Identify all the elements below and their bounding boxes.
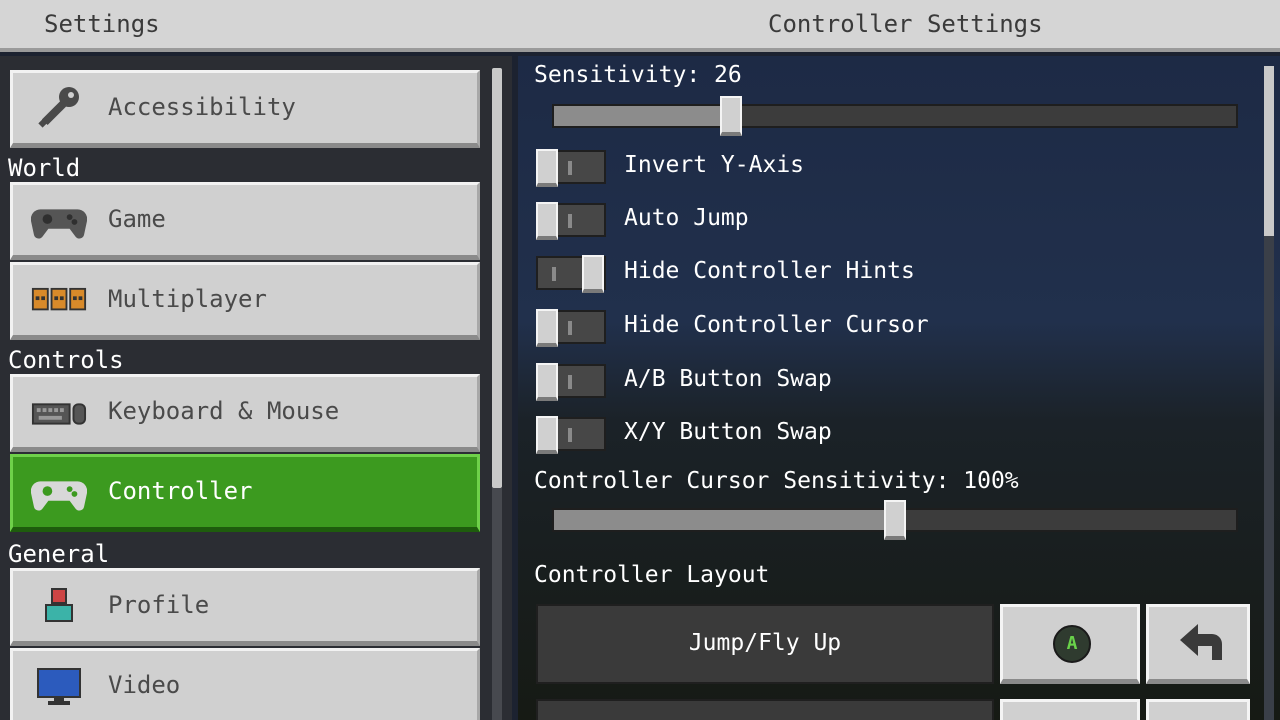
cursor-sensitivity-slider[interactable] xyxy=(552,500,1238,540)
sidebar-item-multiplayer[interactable]: Multiplayer xyxy=(10,262,480,340)
sidebar-item-controller[interactable]: Controller xyxy=(10,454,480,532)
toggle-knob[interactable] xyxy=(536,363,558,401)
layout-action[interactable]: Jump/Fly Up xyxy=(536,604,994,684)
slider-fill xyxy=(554,106,732,126)
sidebar-scrollbar-thumb[interactable] xyxy=(492,68,502,488)
sidebar-item-keyboard-mouse[interactable]: Keyboard & Mouse xyxy=(10,374,480,452)
toggle-switch[interactable] xyxy=(536,202,606,240)
toggle-switch[interactable] xyxy=(536,309,606,347)
toggle-label: Hide Controller Hints xyxy=(624,258,915,284)
toggle-row: Hide Controller Cursor xyxy=(536,308,1256,348)
layout-row-next xyxy=(536,699,1252,720)
page-title: Controller Settings xyxy=(768,10,1043,38)
layout-bind-button[interactable] xyxy=(1000,699,1140,720)
toggle-switch[interactable] xyxy=(536,416,606,454)
sidebar-item-accessibility[interactable]: Accessibility xyxy=(10,70,480,148)
sidebar-item-profile[interactable]: Profile xyxy=(10,568,480,646)
sidebar-scrollbar-track[interactable] xyxy=(492,488,502,720)
toggle-label: X/Y Button Swap xyxy=(624,419,832,445)
settings-sidebar: Accessibility World Game Multiplayer Con… xyxy=(0,56,512,720)
slider-thumb[interactable] xyxy=(884,500,906,540)
toggle-indicator xyxy=(552,267,556,281)
layout-bind-button[interactable]: A xyxy=(1000,604,1140,684)
players-icon xyxy=(31,279,87,323)
gamepad-icon xyxy=(31,471,87,515)
a-button-icon: A xyxy=(1053,625,1091,663)
toggle-row: X/Y Button Swap xyxy=(536,415,1256,455)
toggle-indicator xyxy=(568,321,572,335)
reset-arrow-icon xyxy=(1180,624,1222,660)
toggle-indicator xyxy=(568,428,572,442)
gamepad-icon xyxy=(31,199,87,243)
layout-action[interactable] xyxy=(536,699,994,720)
sidebar-item-label: Multiplayer xyxy=(108,285,267,313)
toggle-switch[interactable] xyxy=(536,363,606,401)
top-bar: Settings Controller Settings xyxy=(0,0,1280,52)
toggle-row: Invert Y-Axis xyxy=(536,148,1256,188)
controller-layout-title: Controller Layout xyxy=(534,562,770,588)
toggle-indicator xyxy=(568,375,572,389)
toggle-row: A/B Button Swap xyxy=(536,362,1256,402)
settings-scrollbar-track[interactable] xyxy=(1264,236,1274,720)
sidebar-item-game[interactable]: Game xyxy=(10,182,480,260)
toggle-switch[interactable] xyxy=(536,149,606,187)
sensitivity-label: Sensitivity: 26 xyxy=(534,62,742,88)
cursor-sensitivity-label: Controller Cursor Sensitivity: 100% xyxy=(534,468,1019,494)
key-icon xyxy=(31,87,87,131)
profile-icon xyxy=(31,585,87,629)
toggle-knob[interactable] xyxy=(536,416,558,454)
sidebar-item-label: Keyboard & Mouse xyxy=(108,397,340,425)
toggle-label: Hide Controller Cursor xyxy=(624,312,929,338)
sidebar-item-label: Profile xyxy=(108,591,210,619)
toggle-knob[interactable] xyxy=(536,202,558,240)
controller-settings-panel: Sensitivity: 26 Invert Y-Axis Auto Jump Hi… xyxy=(518,56,1280,720)
settings-title: Settings xyxy=(44,10,160,38)
section-controls: Controls xyxy=(8,346,124,374)
toggle-label: Invert Y-Axis xyxy=(624,152,805,178)
toggle-label: Auto Jump xyxy=(624,205,749,231)
settings-scrollbar-thumb[interactable] xyxy=(1264,66,1274,236)
section-general: General xyxy=(8,540,110,568)
sensitivity-slider[interactable] xyxy=(552,96,1238,136)
sidebar-item-video[interactable]: Video xyxy=(10,648,480,720)
keyboard-mouse-icon xyxy=(31,391,87,435)
toggle-row: Auto Jump xyxy=(536,201,1256,241)
toggle-knob[interactable] xyxy=(582,255,604,293)
layout-reset-button[interactable] xyxy=(1146,604,1250,684)
slider-thumb[interactable] xyxy=(720,96,743,136)
sidebar-item-label: Accessibility xyxy=(108,93,296,121)
toggle-indicator xyxy=(568,161,572,175)
sidebar-item-label: Video xyxy=(108,671,181,699)
layout-reset-button[interactable] xyxy=(1146,699,1250,720)
layout-action-label: Jump/Fly Up xyxy=(688,630,842,656)
layout-row-jump: Jump/Fly Up A xyxy=(536,604,1252,684)
toggle-label: A/B Button Swap xyxy=(624,366,832,392)
toggle-switch[interactable] xyxy=(536,255,606,293)
slider-fill xyxy=(554,510,895,530)
toggle-indicator xyxy=(568,214,572,228)
sidebar-item-label: Game xyxy=(108,205,166,233)
sidebar-item-label: Controller xyxy=(108,477,253,505)
monitor-icon xyxy=(31,665,87,709)
section-world: World xyxy=(8,154,81,182)
toggle-row: Hide Controller Hints xyxy=(536,254,1256,294)
toggle-knob[interactable] xyxy=(536,149,558,187)
toggle-knob[interactable] xyxy=(536,309,558,347)
